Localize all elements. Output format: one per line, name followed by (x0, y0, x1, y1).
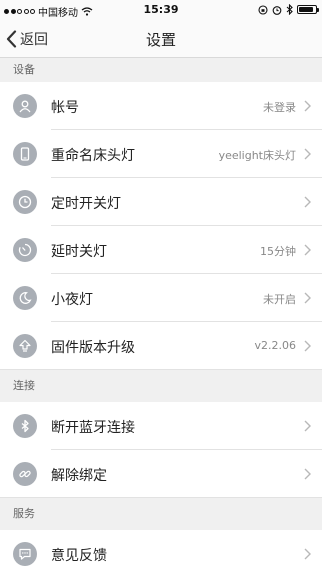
chevron-right-icon (304, 340, 311, 352)
chevron-right-icon (304, 548, 311, 560)
status-bar: 中国移动 15:39 (0, 0, 322, 20)
bluetooth-icon (13, 414, 37, 438)
moon-icon (13, 286, 37, 310)
timer-icon (13, 238, 37, 262)
page-title: 设置 (145, 31, 176, 49)
row-value: 未开启 (263, 293, 296, 306)
row-value: 15分钟 (260, 245, 296, 258)
clock-icon (13, 190, 37, 214)
rotation-lock-icon (258, 4, 268, 15)
chevron-right-icon (304, 468, 311, 480)
row-label: 重命名床头灯 (51, 148, 135, 164)
row-value: v2.2.06 (254, 339, 297, 352)
phone-icon (13, 142, 37, 166)
settings-row-delay-off[interactable]: 延时关灯 15分钟 (0, 226, 322, 274)
row-label: 断开蓝牙连接 (51, 420, 135, 436)
status-right (258, 4, 319, 15)
chevron-right-icon (304, 244, 311, 256)
row-label: 定时开关灯 (51, 196, 121, 212)
navigation-bar: 返回 设置 (0, 20, 322, 58)
settings-row-firmware[interactable]: 固件版本升级 v2.2.06 (0, 322, 322, 370)
row-value: yeelight床头灯 (218, 149, 296, 162)
row-label: 固件版本升级 (51, 340, 135, 356)
settings-row-feedback[interactable]: 意见反馈 (0, 530, 322, 578)
settings-row-schedule[interactable]: 定时开关灯 (0, 178, 322, 226)
section-header-connection: 连接 (0, 370, 322, 402)
user-icon (13, 94, 37, 118)
chevron-right-icon (304, 196, 311, 208)
row-value: 未登录 (263, 101, 296, 114)
battery-level-fill (299, 7, 314, 12)
upgrade-arrow-icon (13, 334, 37, 358)
settings-row-unbind[interactable]: 解除绑定 (0, 450, 322, 498)
row-divider (0, 369, 322, 370)
chevron-right-icon (304, 100, 311, 112)
chevron-right-icon (304, 292, 311, 304)
settings-row-night-light[interactable]: 小夜灯 未开启 (0, 274, 322, 322)
link-icon (13, 462, 37, 486)
battery-icon (297, 5, 319, 14)
row-label: 解除绑定 (51, 468, 107, 484)
settings-row-rename[interactable]: 重命名床头灯 yeelight床头灯 (0, 130, 322, 178)
row-label: 延时关灯 (51, 244, 107, 260)
row-label: 意见反馈 (51, 548, 107, 564)
row-label: 小夜灯 (51, 292, 93, 308)
feedback-icon (13, 542, 37, 566)
settings-list: 设备 帐号 未登录 重命名床头灯 yeelight床头灯 定时开关灯 延时关灯 … (0, 58, 322, 578)
bluetooth-status-icon (286, 4, 293, 15)
settings-row-account[interactable]: 帐号 未登录 (0, 82, 322, 130)
settings-row-disconnect-bluetooth[interactable]: 断开蓝牙连接 (0, 402, 322, 450)
section-header-device: 设备 (0, 58, 322, 82)
row-divider (0, 497, 322, 498)
section-header-service: 服务 (0, 498, 322, 530)
chevron-right-icon (304, 148, 311, 160)
chevron-right-icon (304, 420, 311, 432)
row-label: 帐号 (51, 100, 79, 116)
alarm-icon (272, 5, 282, 15)
